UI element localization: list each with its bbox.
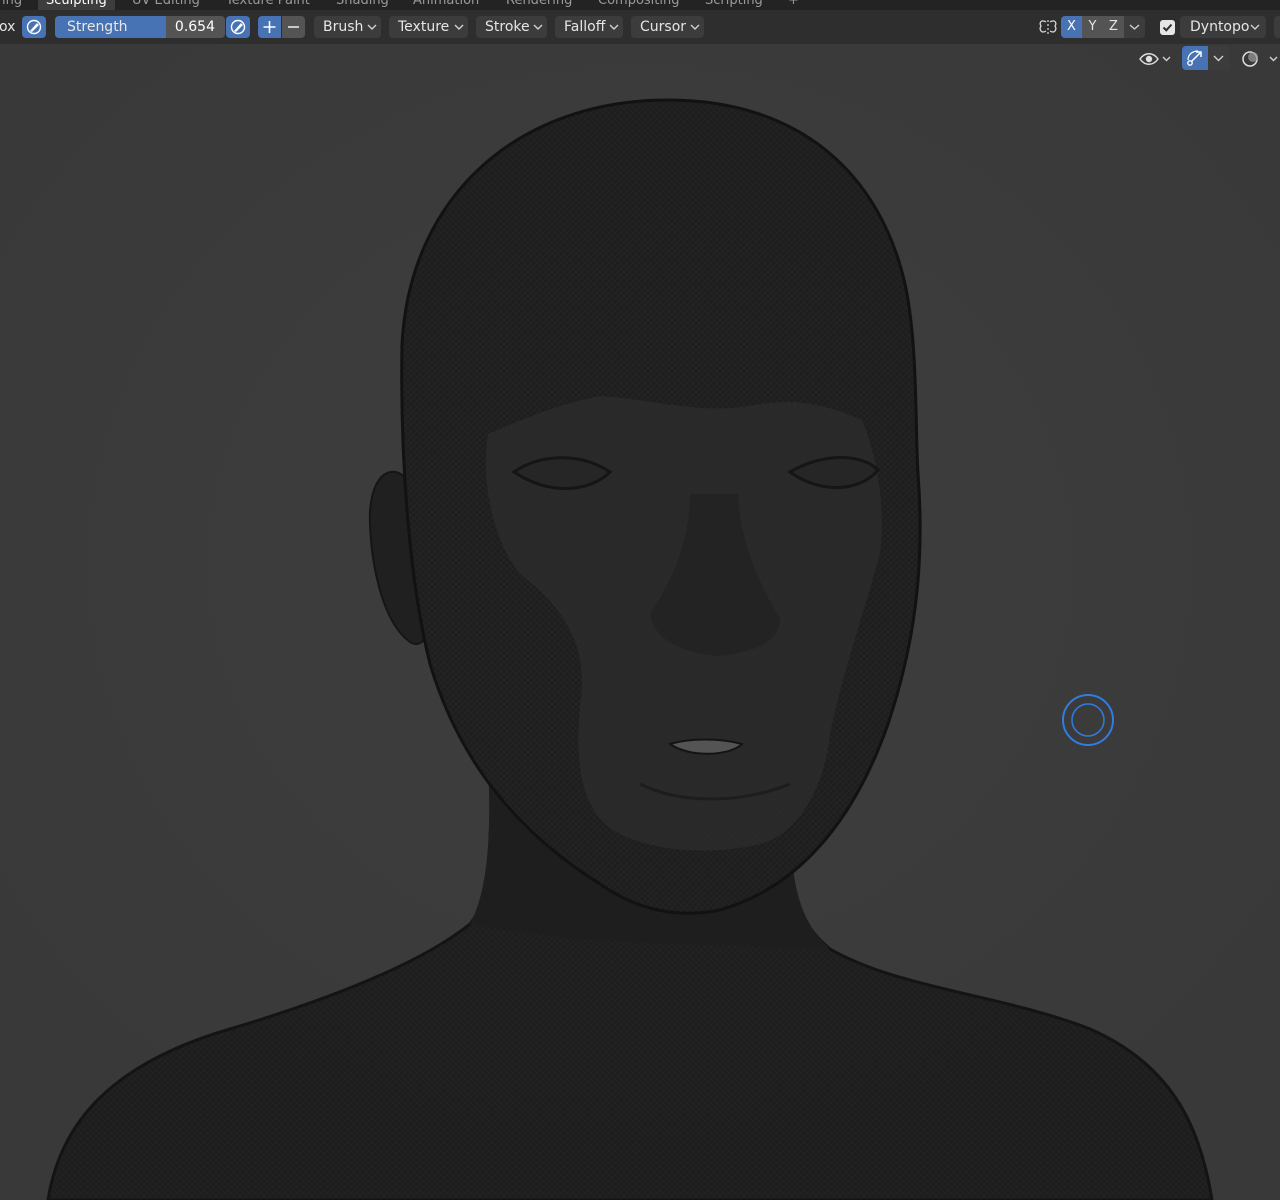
strength-slider[interactable]: Strength 0.654 — [55, 16, 225, 38]
overlay-circles-icon — [1242, 51, 1278, 67]
radius-pressure-button[interactable] — [22, 16, 46, 38]
brush-menu-label: Brush — [323, 19, 364, 35]
3d-viewport[interactable] — [0, 44, 1280, 1200]
dyntopo-menu[interactable]: Dyntopo — [1180, 16, 1266, 38]
chevron-down-icon — [533, 24, 543, 30]
symmetry-options-dropdown[interactable] — [1124, 16, 1145, 38]
strength-pressure-button[interactable] — [226, 16, 250, 38]
tab-uv-editing[interactable]: UV Editing — [124, 0, 208, 10]
blender-window: ing Sculpting UV Editing Texture Paint S… — [0, 0, 1280, 1200]
sculpt-mesh — [0, 44, 1280, 1200]
symmetry-z-button[interactable]: Z — [1103, 16, 1124, 38]
eye-icon — [1139, 53, 1171, 65]
next-menu-fragment[interactable] — [1274, 16, 1280, 38]
gizmo-toggle-button[interactable] — [1182, 46, 1208, 70]
chevron-down-icon — [609, 24, 619, 30]
visibility-dropdown[interactable] — [1136, 46, 1176, 72]
workspace-tabs: ing Sculpting UV Editing Texture Paint S… — [0, 0, 1280, 10]
gizmo-icon — [1187, 50, 1202, 66]
dyntopo-label: Dyntopo — [1190, 19, 1250, 35]
falloff-menu-label: Falloff — [564, 19, 606, 35]
chevron-down-icon — [690, 24, 700, 30]
chevron-down-icon — [1250, 24, 1260, 30]
tool-settings-header: ox Strength 0.654 Brush Texture Stroke F… — [0, 10, 1280, 44]
stroke-menu[interactable]: Stroke — [476, 16, 547, 38]
brush-menu[interactable]: Brush — [314, 16, 381, 38]
tab-add[interactable]: + — [780, 0, 807, 10]
pen-pressure-icon — [230, 19, 246, 35]
checkmark-icon — [1162, 23, 1173, 32]
chevron-down-icon — [1213, 55, 1224, 62]
tab-rendering[interactable]: Rendering — [498, 0, 580, 10]
cursor-menu-label: Cursor — [640, 19, 687, 35]
dyntopo-checkbox[interactable] — [1160, 20, 1175, 35]
tab-scripting[interactable]: Scripting — [697, 0, 771, 10]
chevron-down-icon — [1129, 24, 1140, 30]
tab-animation[interactable]: Animation — [405, 0, 487, 10]
symmetry-x-button[interactable]: X — [1061, 16, 1082, 38]
cursor-menu[interactable]: Cursor — [631, 16, 704, 38]
overlays-dropdown[interactable] — [1238, 46, 1280, 72]
falloff-menu[interactable]: Falloff — [555, 16, 623, 38]
tab-sculpting[interactable]: Sculpting — [38, 0, 115, 10]
texture-menu-label: Texture — [398, 19, 450, 35]
add-direction-button[interactable] — [258, 16, 281, 38]
chevron-down-icon — [454, 24, 464, 30]
minus-icon — [288, 26, 299, 28]
texture-menu[interactable]: Texture — [389, 16, 468, 38]
tab-texture-paint[interactable]: Texture Paint — [218, 0, 318, 10]
symmetry-butterfly-icon — [1039, 20, 1057, 34]
plus-icon — [263, 21, 276, 33]
chevron-down-icon — [367, 24, 377, 30]
gizmo-options-dropdown[interactable] — [1208, 46, 1230, 70]
stroke-menu-label: Stroke — [485, 19, 530, 35]
strength-value: 0.654 — [174, 19, 215, 35]
subtract-direction-button[interactable] — [282, 16, 305, 38]
tab-compositing[interactable]: Compositing — [590, 0, 688, 10]
tab-shading[interactable]: Shading — [328, 0, 397, 10]
symmetry-y-button[interactable]: Y — [1082, 16, 1103, 38]
pen-pressure-icon — [26, 19, 42, 35]
header-left-fragment: ox — [0, 19, 16, 35]
tab-layout[interactable]: ing — [0, 0, 30, 10]
direction-toggle — [258, 16, 306, 38]
strength-label: Strength — [67, 19, 128, 35]
